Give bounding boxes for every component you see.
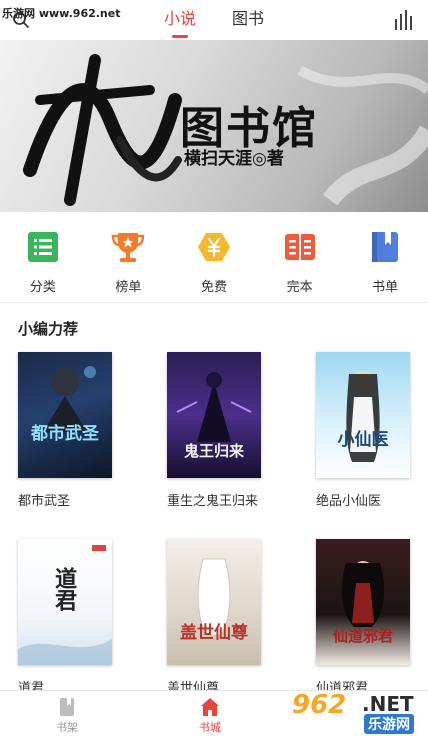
top-tabs: 小说 图书	[0, 0, 428, 40]
bookmark-icon	[372, 232, 399, 262]
section-title: 小编力荐	[18, 320, 79, 338]
book-cover[interactable]: 道君	[18, 539, 112, 665]
cover-art	[341, 561, 385, 627]
book-card[interactable]: 鬼王归来 重生之鬼王归来	[167, 352, 261, 509]
cover-title: 道君	[51, 567, 78, 611]
nav-label: 书架	[56, 721, 78, 734]
category-label: 免费	[200, 280, 227, 295]
app-screen: 乐游网 www.962.net 小说 图书 图书馆 横扫天涯◎著 分类 榜单 免…	[0, 0, 428, 736]
category-completed[interactable]: 完本	[265, 212, 335, 302]
cover-title: 盖世仙尊	[180, 623, 248, 643]
promo-banner[interactable]: 图书馆 横扫天涯◎著	[0, 40, 428, 212]
category-booklist[interactable]: 书单	[350, 212, 420, 302]
section-divider	[0, 302, 428, 303]
list-icon	[27, 232, 58, 262]
cover-art	[197, 557, 231, 636]
site-logo-watermark: 962 .NET 乐游网	[292, 690, 428, 736]
book-card[interactable]: 仙道邪君 仙道邪君	[316, 539, 410, 696]
trophy-icon	[112, 233, 145, 262]
book-cover[interactable]: 小仙医	[316, 352, 410, 478]
book-open-icon	[284, 234, 315, 260]
book-cover[interactable]: 鬼王归来	[167, 352, 261, 478]
category-label: 分类	[29, 280, 56, 295]
cover-title: 都市武圣	[31, 424, 99, 444]
tab-novel[interactable]: 小说	[160, 0, 200, 40]
category-classify[interactable]: 分类	[8, 212, 78, 302]
cover-title: 仙道邪君	[332, 627, 393, 645]
book-card[interactable]: 都市武圣 都市武圣	[18, 352, 112, 509]
book-card[interactable]: 盖世仙尊 盖世仙尊	[167, 539, 261, 696]
nav-bookstore[interactable]: 书城	[180, 691, 240, 735]
tab-books[interactable]: 图书	[228, 0, 268, 40]
cover-title: 鬼王归来	[183, 442, 244, 460]
bookshelf-icon	[60, 698, 74, 716]
yen-icon	[197, 233, 230, 261]
category-nav: 分类 榜单 免费 完本 书单	[0, 212, 428, 302]
book-card[interactable]: 道君 道君	[18, 539, 112, 696]
book-cover[interactable]: 仙道邪君	[316, 539, 410, 665]
home-icon	[201, 698, 219, 716]
cover-art	[346, 371, 380, 462]
watermark-number: 962	[292, 690, 347, 720]
category-free[interactable]: 免费	[179, 212, 249, 302]
cover-art	[43, 366, 96, 432]
category-label: 书单	[372, 280, 399, 295]
book-cover[interactable]: 盖世仙尊	[167, 539, 261, 665]
category-ranking[interactable]: 榜单	[93, 212, 163, 302]
bar-chart-icon[interactable]	[394, 10, 416, 30]
book-name: 都市武圣	[18, 494, 71, 509]
book-cover[interactable]: 都市武圣	[18, 352, 112, 478]
book-grid: 都市武圣 都市武圣 鬼王归来 重生之鬼王归来 小仙医 绝品小仙医 道君 道君 盖…	[18, 352, 418, 696]
banner-author: 横扫天涯◎著	[184, 149, 284, 169]
nav-bookshelf[interactable]: 书架	[37, 691, 97, 735]
book-name: 重生之鬼王归来	[167, 494, 259, 509]
watermark-name: 乐游网	[364, 714, 414, 734]
book-card[interactable]: 小仙医 绝品小仙医	[316, 352, 410, 509]
category-label: 榜单	[115, 280, 142, 295]
book-name: 绝品小仙医	[316, 494, 382, 509]
watermark-domain: .NET	[362, 692, 414, 716]
top-bar: 乐游网 www.962.net 小说 图书	[0, 0, 428, 40]
category-label: 完本	[286, 280, 313, 295]
nav-label: 书城	[199, 721, 221, 734]
cover-title: 小仙医	[337, 430, 389, 450]
